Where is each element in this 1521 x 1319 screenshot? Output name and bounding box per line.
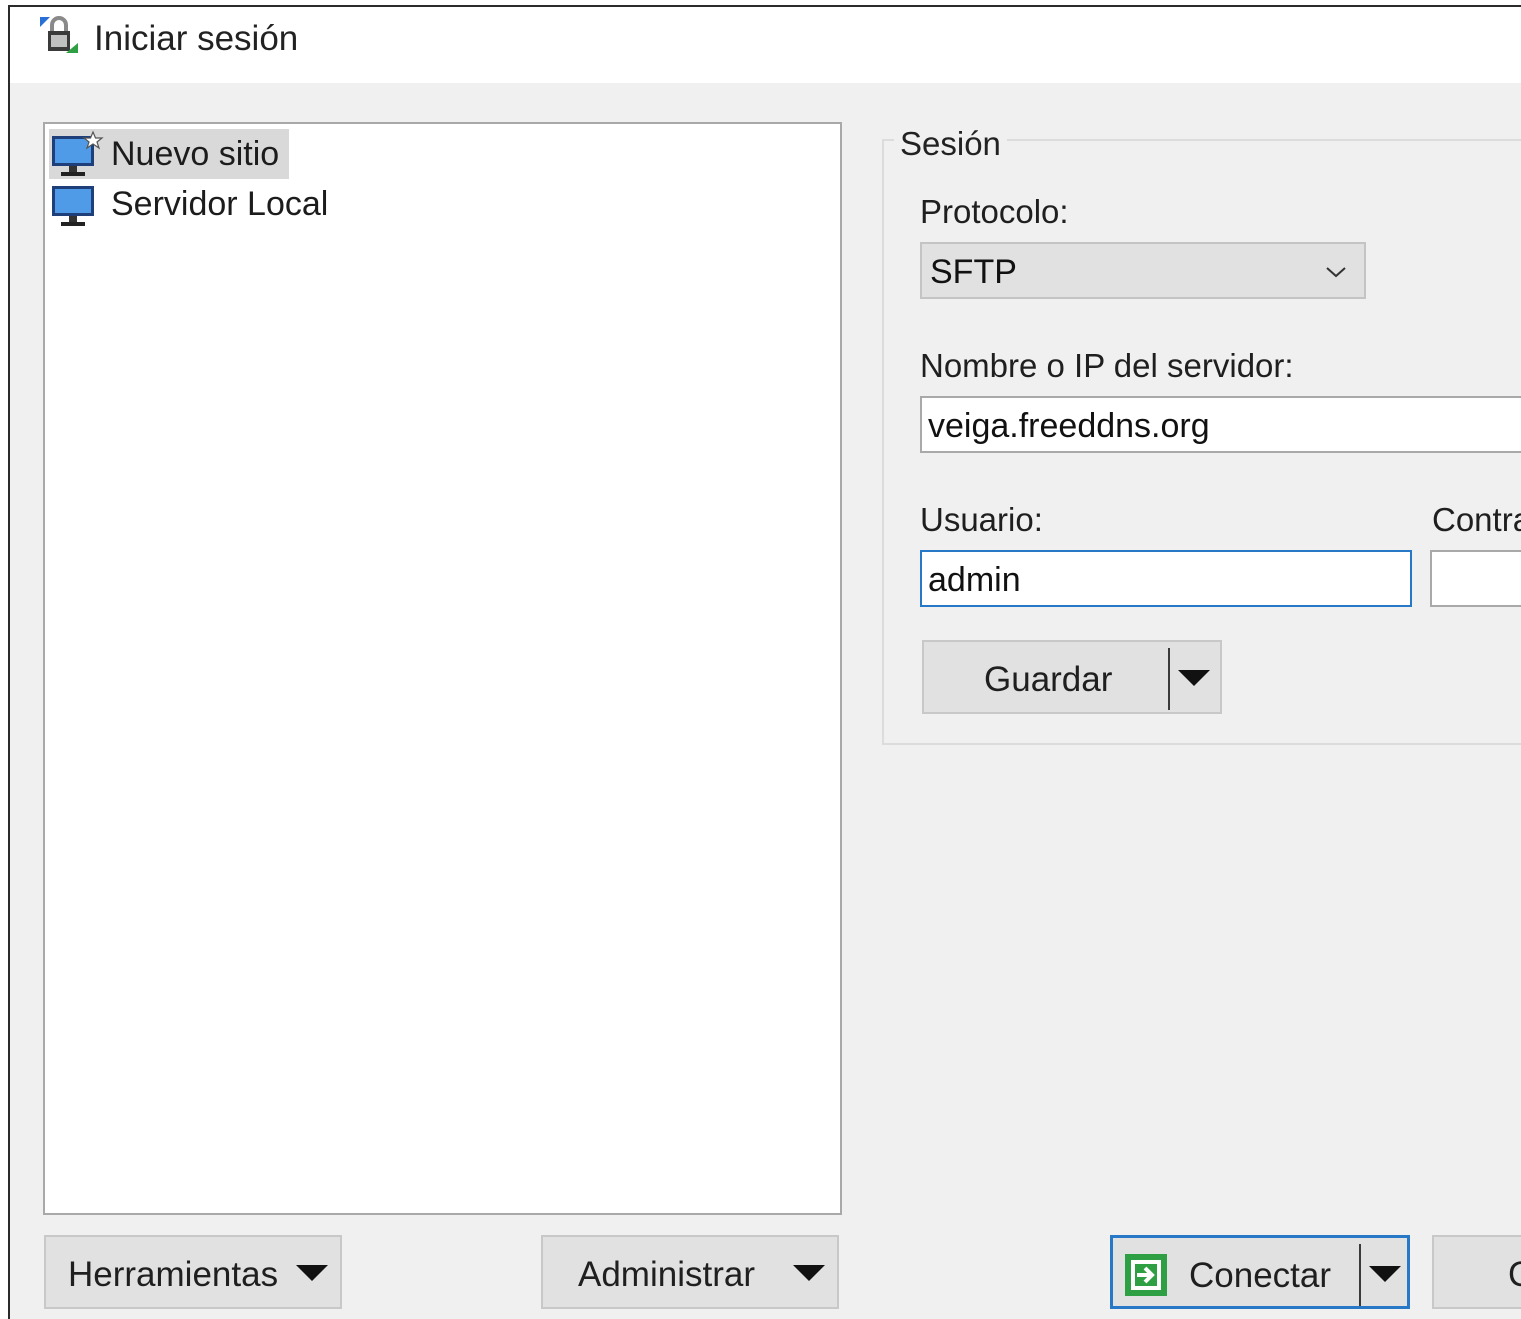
user-input-value: admin — [928, 561, 1021, 599]
title-bar: Iniciar sesión — [10, 7, 1521, 83]
window-title: Iniciar sesión — [94, 19, 299, 58]
tools-button[interactable]: Herramientas — [44, 1235, 342, 1309]
tools-button-label: Herramientas — [68, 1255, 279, 1294]
connect-dropdown-arrow-icon[interactable] — [1369, 1266, 1401, 1282]
new-site-monitor-icon — [52, 130, 104, 176]
manage-button-label: Administrar — [578, 1255, 755, 1294]
password-input[interactable] — [1430, 550, 1521, 607]
user-label: Usuario: — [920, 501, 1043, 538]
manage-button[interactable]: Administrar — [541, 1235, 839, 1309]
app-lock-icon — [40, 16, 78, 53]
host-input[interactable]: veiga.freeddns.org — [920, 396, 1521, 453]
protocol-label: Protocolo: — [920, 193, 1069, 230]
connect-button-label: Conectar — [1189, 1256, 1332, 1295]
manage-dropdown-arrow-icon — [793, 1265, 825, 1281]
host-input-value: veiga.freeddns.org — [928, 407, 1210, 445]
save-button-label: Guardar — [984, 660, 1113, 699]
login-dialog: Iniciar sesión Nuevo sitio Servidor Loca… — [8, 5, 1521, 1319]
host-label: Nombre o IP del servidor: — [920, 347, 1294, 384]
password-label: Contra — [1432, 501, 1521, 538]
split-separator — [1359, 1244, 1361, 1306]
next-button-label: C — [1508, 1255, 1521, 1295]
tools-dropdown-arrow-icon — [296, 1265, 328, 1281]
connect-login-icon — [1125, 1254, 1167, 1296]
site-item-label: Servidor Local — [111, 184, 329, 223]
save-split-button[interactable]: Guardar — [922, 640, 1222, 714]
monitor-icon — [52, 186, 94, 226]
connect-split-button[interactable]: Conectar — [1110, 1235, 1410, 1309]
chevron-down-icon — [1326, 267, 1346, 278]
site-item-servidor-local[interactable]: Servidor Local — [49, 179, 338, 229]
site-item-label: Nuevo sitio — [111, 134, 280, 173]
save-dropdown-arrow-icon[interactable] — [1178, 670, 1210, 686]
next-button-partial[interactable]: C — [1432, 1235, 1521, 1309]
protocol-select-value: SFTP — [930, 253, 1017, 291]
protocol-select[interactable]: SFTP — [920, 242, 1366, 299]
site-tree[interactable]: Nuevo sitio Servidor Local — [43, 122, 842, 1215]
session-group-title: Sesión — [894, 125, 1007, 163]
user-input[interactable]: admin — [920, 550, 1412, 607]
split-separator — [1168, 648, 1170, 710]
site-item-nuevo-sitio[interactable]: Nuevo sitio — [49, 129, 290, 179]
